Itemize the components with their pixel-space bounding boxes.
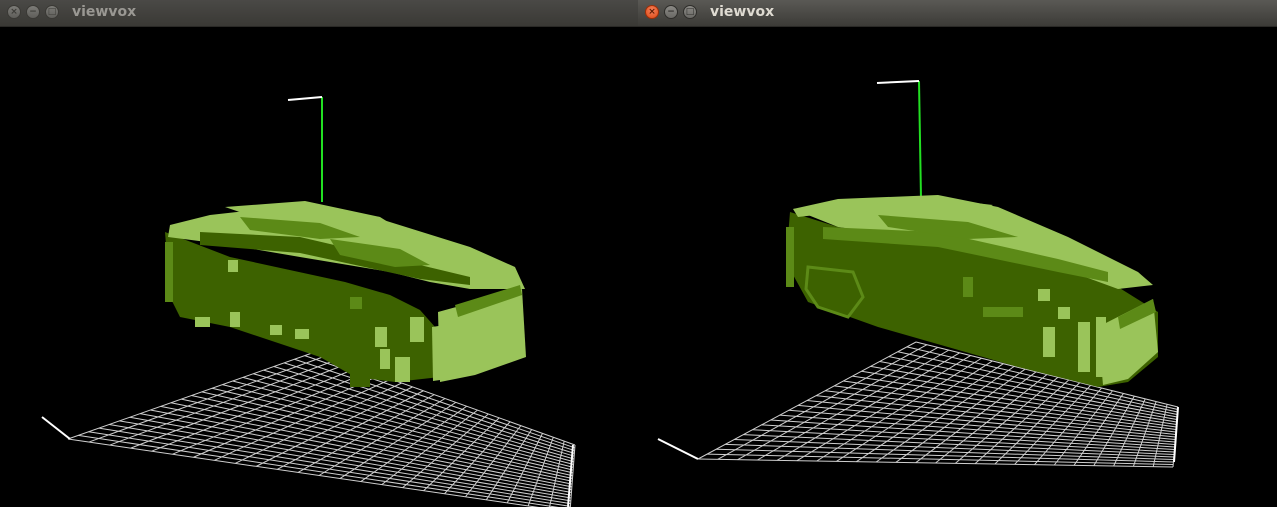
viewvox-window-left: × − □ viewvox	[0, 0, 638, 507]
voxel-viewport[interactable]	[638, 27, 1277, 507]
close-icon[interactable]: ×	[7, 5, 21, 19]
title-bar[interactable]: × − □ viewvox	[0, 0, 638, 27]
grid-line	[67, 438, 540, 507]
axis-y	[918, 80, 922, 200]
minimize-icon[interactable]: −	[664, 5, 678, 19]
minimize-icon[interactable]: −	[26, 5, 40, 19]
maximize-icon[interactable]: □	[45, 5, 59, 19]
axis-top	[287, 96, 323, 101]
maximize-icon[interactable]: □	[683, 5, 697, 19]
voxel-viewport[interactable]	[0, 27, 638, 507]
voxel-car	[786, 195, 1158, 387]
window-title: viewvox	[72, 4, 137, 20]
voxel-scene	[657, 80, 1179, 468]
viewvox-window-right: × − □ viewvox	[638, 0, 1277, 507]
grid-line	[725, 443, 1174, 460]
window-title: viewvox	[710, 4, 775, 20]
axis-x	[657, 438, 699, 460]
axis-x	[41, 416, 71, 440]
close-icon[interactable]: ×	[645, 5, 659, 19]
voxel-scene	[41, 96, 576, 507]
grid-line	[78, 434, 559, 507]
ground-grid	[67, 351, 576, 507]
title-bar[interactable]: × − □ viewvox	[638, 0, 1277, 27]
axis-top	[876, 80, 920, 84]
voxel-car	[165, 201, 526, 387]
